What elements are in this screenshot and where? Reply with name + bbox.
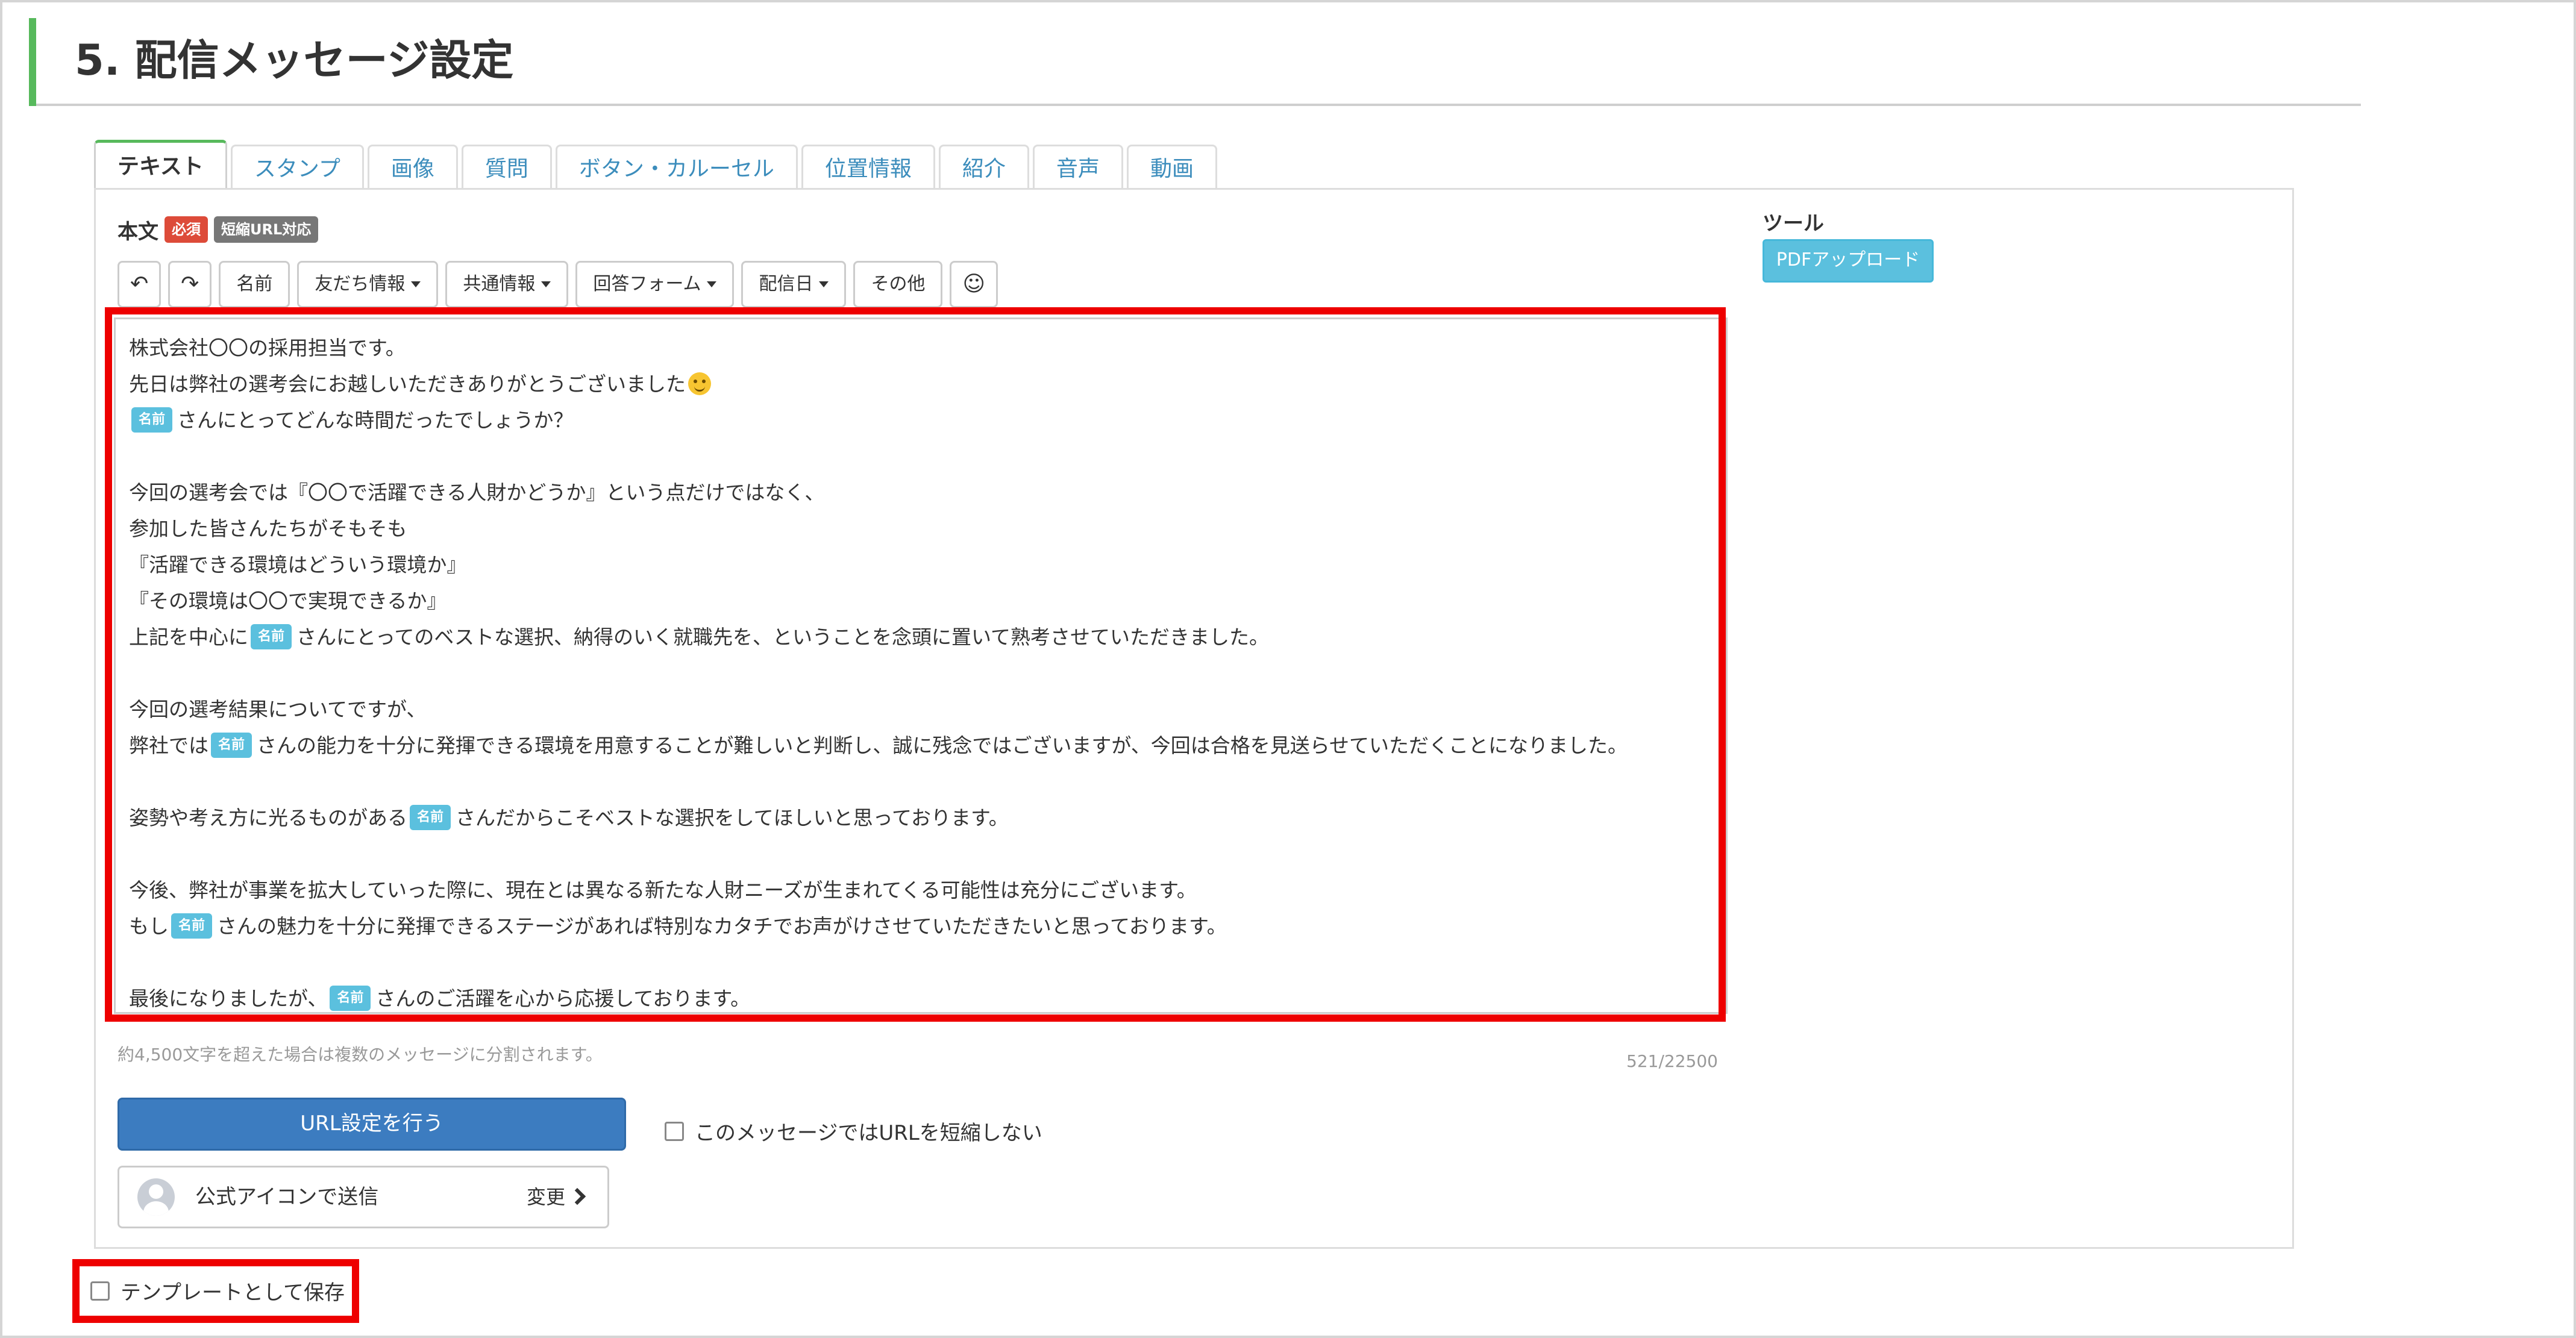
other-button[interactable]: その他 — [853, 261, 943, 308]
editor-highlight-frame — [105, 307, 1726, 1022]
insert-name-label: 名前 — [236, 274, 273, 295]
tab-text[interactable]: テキスト — [94, 140, 227, 193]
tab-question[interactable]: 質問 — [461, 145, 552, 192]
caret-down-icon — [541, 281, 551, 287]
common-info-dropdown[interactable]: 共通情報 — [445, 261, 569, 308]
tab-button-carousel[interactable]: ボタン・カルーセル — [555, 145, 798, 192]
section-header: 5. 配信メッセージ設定 — [29, 18, 2361, 106]
caret-down-icon — [411, 281, 421, 287]
pdf-upload-button[interactable]: PDFアップロード — [1763, 239, 1934, 283]
redo-icon: ↷ — [181, 272, 199, 296]
tab-video[interactable]: 動画 — [1126, 145, 1217, 192]
body-label-row: 本文 必須 短縮URL対応 — [118, 213, 324, 246]
tools-label: ツール — [1763, 211, 1824, 236]
emoji-button[interactable]: ☺ — [950, 261, 998, 308]
no-shorten-url-checkbox[interactable] — [665, 1121, 684, 1141]
required-badge: 必須 — [165, 216, 208, 243]
short-url-badge: 短縮URL対応 — [214, 216, 319, 243]
other-label: その他 — [871, 274, 926, 295]
body-label: 本文 — [118, 219, 158, 244]
editor-toolbar: ↶ ↷ 名前 友だち情報 共通情報 回答フォーム 配信日 その他 ☺ — [118, 261, 1005, 308]
delivery-date-label: 配信日 — [759, 274, 813, 295]
chevron-right-icon — [568, 1187, 586, 1205]
friend-info-label: 友だち情報 — [315, 274, 406, 295]
message-type-tabs: テキスト スタンプ 画像 質問 ボタン・カルーセル 位置情報 紹介 音声 動画 — [94, 140, 1221, 193]
save-template-highlight-frame — [72, 1259, 359, 1323]
tab-audio[interactable]: 音声 — [1032, 145, 1123, 192]
section-accent-bar — [29, 18, 36, 106]
common-info-label: 共通情報 — [463, 274, 536, 295]
tab-stamp[interactable]: スタンプ — [230, 145, 364, 192]
split-message-hint: 約4,500文字を超えた場合は複数のメッセージに分割されます。 — [118, 1045, 603, 1064]
emoji-icon: ☺ — [962, 272, 985, 296]
section-title: 5. 配信メッセージ設定 — [75, 36, 514, 85]
sender-icon-selector[interactable]: 公式アイコンで送信 変更 — [118, 1166, 609, 1228]
caret-down-icon — [819, 281, 829, 287]
tab-location[interactable]: 位置情報 — [801, 145, 935, 192]
delivery-date-dropdown[interactable]: 配信日 — [741, 261, 847, 308]
change-sender-link[interactable]: 変更 — [526, 1168, 586, 1227]
answer-form-dropdown[interactable]: 回答フォーム — [575, 261, 735, 308]
insert-name-button[interactable]: 名前 — [219, 261, 290, 308]
avatar-icon — [137, 1178, 175, 1216]
friend-info-dropdown[interactable]: 友だち情報 — [297, 261, 439, 308]
change-sender-label: 変更 — [526, 1186, 565, 1208]
tab-image[interactable]: 画像 — [367, 145, 458, 192]
no-shorten-url-option: このメッセージではURLを短縮しない — [665, 1116, 1042, 1146]
answer-form-label: 回答フォーム — [593, 274, 701, 295]
url-settings-button[interactable]: URL設定を行う — [118, 1098, 626, 1151]
undo-icon: ↶ — [130, 272, 149, 296]
character-counter: 521/22500 — [1626, 1051, 1718, 1071]
redo-button[interactable]: ↷ — [168, 261, 212, 308]
undo-button[interactable]: ↶ — [118, 261, 161, 308]
tab-introduction[interactable]: 紹介 — [938, 145, 1029, 192]
sender-name: 公式アイコンで送信 — [195, 1185, 379, 1209]
caret-down-icon — [707, 281, 717, 287]
no-shorten-url-label: このメッセージではURLを短縮しない — [695, 1121, 1042, 1145]
